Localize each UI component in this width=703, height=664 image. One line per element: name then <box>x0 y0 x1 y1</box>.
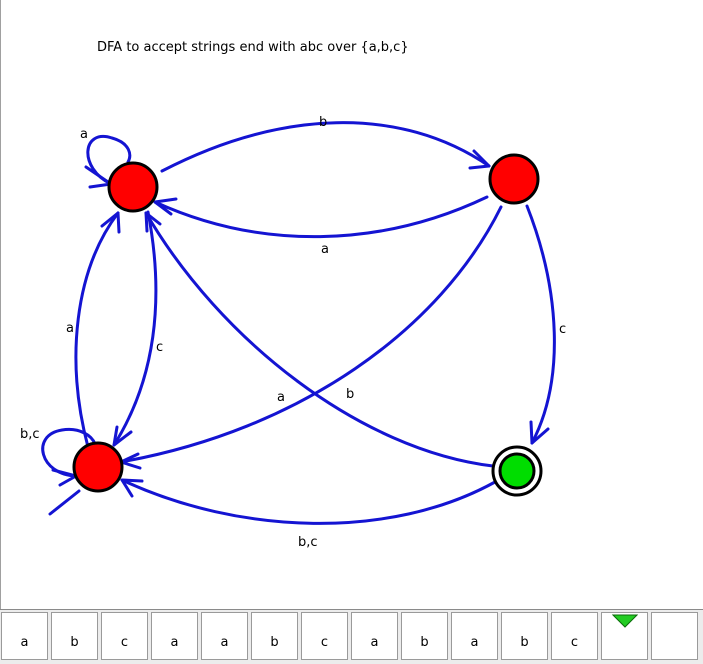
label-q1-q2: a <box>277 390 285 405</box>
label-q0-q2: c <box>156 340 163 355</box>
tape-cell: a <box>351 612 398 660</box>
tape-cell: c <box>551 612 598 660</box>
edge-q1-q3 <box>525 204 556 445</box>
arrowhead-q2-self <box>51 468 78 487</box>
edge-q0-q2 <box>112 210 158 447</box>
state-q0[interactable] <box>107 161 159 213</box>
tape-cell: a <box>451 612 498 660</box>
label-q0-self: a <box>80 127 88 142</box>
tape-cell: b <box>251 612 298 660</box>
state-q1[interactable] <box>488 153 540 205</box>
tape-cell: a <box>1 612 48 660</box>
edge-q2-q0 <box>74 211 120 449</box>
label-q3-q0: b <box>346 387 354 402</box>
state-q3[interactable] <box>498 452 536 490</box>
label-q0-q1: b <box>319 115 327 130</box>
arrowhead-q0-self <box>84 165 113 189</box>
label-q2-q0: a <box>66 321 74 336</box>
tape-cell: c <box>301 612 348 660</box>
input-tape: abcaabcababc <box>0 609 703 664</box>
dfa-canvas: a b a c c a a b b,c b,c <box>20 115 566 550</box>
label-q2-self: b,c <box>20 427 40 442</box>
edge-q3-q2 <box>120 478 497 525</box>
tape-cell: a <box>201 612 248 660</box>
edge-q1-q0 <box>153 195 489 239</box>
state-q2[interactable] <box>72 441 124 493</box>
down-triangle-icon <box>612 614 638 628</box>
tape-cell: b <box>501 612 548 660</box>
label-q3-q2: b,c <box>298 535 318 550</box>
tape-cell: b <box>401 612 448 660</box>
tape-cell: c <box>101 612 148 660</box>
tape-cell: a <box>151 612 198 660</box>
tape-cell <box>651 612 698 660</box>
edge-q3-q0 <box>144 211 495 468</box>
label-q1-q3: c <box>559 322 566 337</box>
tape-cell: b <box>51 612 98 660</box>
label-q1-q0: a <box>321 242 329 257</box>
edge-q1-q2 <box>119 205 503 464</box>
edge-q2-stub <box>48 489 81 516</box>
